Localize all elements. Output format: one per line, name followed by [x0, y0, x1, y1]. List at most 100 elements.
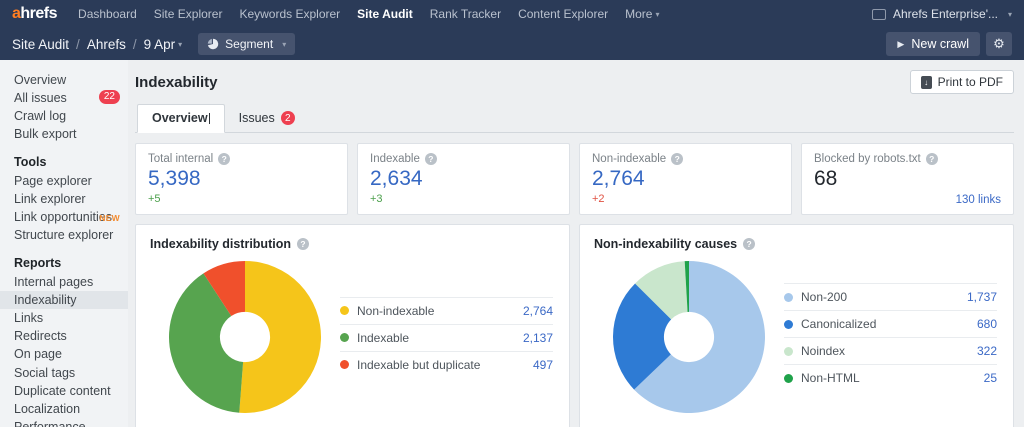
- legend-value-link[interactable]: 1,737: [967, 290, 997, 304]
- chart-title: Non-indexability causes: [594, 237, 737, 251]
- sub-navigation: Site Audit / Ahrefs / 9 Apr ▾ Segment ▾ …: [0, 28, 1024, 60]
- stat-cards-row: Total internal? 5,398 +5 Indexable? 2,63…: [135, 143, 1014, 215]
- sidebar-item-overview[interactable]: Overview: [0, 71, 128, 89]
- stat-card-indexable: Indexable? 2,634 +3: [357, 143, 570, 215]
- breadcrumb-project[interactable]: Ahrefs: [87, 37, 126, 52]
- help-icon[interactable]: ?: [297, 238, 309, 250]
- legend-row-noindex[interactable]: Noindex 322: [784, 337, 997, 364]
- indexability-distribution-pie: [169, 261, 321, 413]
- non-indexability-causes-card: Non-indexability causes? Non-200 1,737: [579, 224, 1014, 427]
- sidebar-item-indexability[interactable]: Indexability: [0, 291, 128, 309]
- help-icon[interactable]: ?: [926, 153, 938, 165]
- stat-card-total-internal: Total internal? 5,398 +5: [135, 143, 348, 215]
- chart-legend: Non-indexable 2,764 Indexable 2,137 Inde…: [340, 297, 553, 378]
- stat-card-non-indexable: Non-indexable? 2,764 +2: [579, 143, 792, 215]
- print-to-pdf-label: Print to PDF: [938, 75, 1003, 89]
- tab-bar: Overview Issues2: [135, 104, 1014, 133]
- nav-keywords-explorer[interactable]: Keywords Explorer: [239, 7, 340, 21]
- nav-rank-tracker[interactable]: Rank Tracker: [430, 7, 501, 21]
- sidebar-item-link-explorer[interactable]: Link explorer: [0, 190, 128, 208]
- screen-icon: [872, 9, 886, 20]
- sidebar-item-internal-pages[interactable]: Internal pages: [0, 273, 128, 291]
- new-crawl-label: New crawl: [911, 37, 969, 51]
- all-issues-badge: 22: [99, 90, 120, 104]
- pie-segment-non-indexable[interactable]: [239, 261, 321, 413]
- nav-more[interactable]: More▾: [625, 7, 659, 21]
- legend-row-non-200[interactable]: Non-200 1,737: [784, 283, 997, 310]
- total-internal-delta: +5: [148, 193, 335, 205]
- new-crawl-button[interactable]: ▶ New crawl: [886, 32, 980, 56]
- app-root: ahrefs Dashboard Site Explorer Keywords …: [0, 0, 1024, 427]
- sidebar-item-link-opportunities[interactable]: Link opportunitiesNEW: [0, 208, 128, 226]
- legend-value-link[interactable]: 2,764: [523, 304, 553, 318]
- sidebar-item-bulk-export[interactable]: Bulk export: [0, 126, 128, 144]
- legend-dot: [340, 333, 349, 342]
- chart-title: Indexability distribution: [150, 237, 291, 251]
- new-tag: NEW: [99, 211, 120, 226]
- legend-value-link[interactable]: 322: [977, 344, 997, 358]
- page-title: Indexability: [135, 74, 218, 91]
- nav-site-explorer[interactable]: Site Explorer: [154, 7, 223, 21]
- settings-button[interactable]: ⚙: [986, 32, 1012, 56]
- legend-dot: [784, 374, 793, 383]
- nav-dashboard[interactable]: Dashboard: [78, 7, 137, 21]
- sidebar-item-performance[interactable]: Performance: [0, 419, 128, 427]
- legend-value-link[interactable]: 680: [977, 317, 997, 331]
- indexable-value[interactable]: 2,634: [370, 167, 557, 191]
- sidebar-item-redirects[interactable]: Redirects: [0, 328, 128, 346]
- breadcrumb-crawl-date[interactable]: 9 Apr: [144, 37, 176, 52]
- gear-icon: ⚙: [993, 36, 1005, 52]
- pie-chart-icon: [207, 38, 219, 50]
- sidebar-item-localization[interactable]: Localization: [0, 400, 128, 418]
- sidebar-item-on-page[interactable]: On page: [0, 346, 128, 364]
- legend-value-link[interactable]: 25: [984, 371, 997, 385]
- blocked-links-link[interactable]: 130 links: [956, 194, 1001, 206]
- legend-row-canonicalized[interactable]: Canonicalized 680: [784, 310, 997, 337]
- help-icon[interactable]: ?: [743, 238, 755, 250]
- help-icon[interactable]: ?: [671, 153, 683, 165]
- sidebar-item-all-issues[interactable]: All issues22: [0, 89, 128, 107]
- breadcrumb: Site Audit / Ahrefs / 9 Apr ▾: [12, 37, 182, 52]
- sidebar-item-structure-explorer[interactable]: Structure explorer: [0, 227, 128, 245]
- nav-site-audit[interactable]: Site Audit: [357, 7, 413, 21]
- help-icon[interactable]: ?: [218, 153, 230, 165]
- legend-value-link[interactable]: 497: [533, 358, 553, 372]
- chevron-down-icon: ▾: [1008, 10, 1012, 19]
- legend-dot: [784, 293, 793, 302]
- sidebar-item-social-tags[interactable]: Social tags: [0, 364, 128, 382]
- sidebar-item-links[interactable]: Links: [0, 309, 128, 327]
- legend-row-non-indexable[interactable]: Non-indexable 2,764: [340, 297, 553, 324]
- print-to-pdf-button[interactable]: ↓ Print to PDF: [910, 70, 1014, 94]
- sidebar-item-duplicate-content[interactable]: Duplicate content: [0, 382, 128, 400]
- nav-content-explorer[interactable]: Content Explorer: [518, 7, 608, 21]
- nav-more-label: More: [625, 7, 652, 21]
- sidebar-item-crawl-log[interactable]: Crawl log: [0, 107, 128, 125]
- breadcrumb-site-audit[interactable]: Site Audit: [12, 37, 69, 52]
- sidebar: Overview All issues22 Crawl log Bulk exp…: [0, 60, 128, 427]
- tab-overview[interactable]: Overview: [137, 104, 225, 133]
- non-indexability-causes-pie: [613, 261, 765, 413]
- charts-row: Indexability distribution? Non-indexable…: [135, 224, 1014, 427]
- non-indexable-value[interactable]: 2,764: [592, 167, 779, 191]
- account-menu[interactable]: Ahrefs Enterprise'... ▾: [872, 7, 1012, 21]
- chevron-down-icon: ▾: [178, 40, 182, 49]
- legend-value-link[interactable]: 2,137: [523, 331, 553, 345]
- ahrefs-logo[interactable]: ahrefs: [12, 5, 57, 23]
- segment-button[interactable]: Segment ▾: [198, 33, 295, 55]
- total-internal-value[interactable]: 5,398: [148, 167, 335, 191]
- chart-legend: Non-200 1,737 Canonicalized 680 Noindex: [784, 283, 997, 391]
- tab-issues[interactable]: Issues2: [225, 104, 309, 133]
- legend-row-indexable-but-duplicate[interactable]: Indexable but duplicate 497: [340, 351, 553, 378]
- breadcrumb-separator: /: [133, 37, 137, 52]
- indexable-delta: +3: [370, 193, 557, 205]
- text-cursor: [209, 113, 210, 124]
- legend-row-non-html[interactable]: Non-HTML 25: [784, 364, 997, 391]
- sidebar-item-page-explorer[interactable]: Page explorer: [0, 172, 128, 190]
- breadcrumb-separator: /: [76, 37, 80, 52]
- legend-dot: [340, 360, 349, 369]
- legend-dot: [784, 347, 793, 356]
- help-icon[interactable]: ?: [425, 153, 437, 165]
- play-icon: ▶: [897, 39, 904, 50]
- legend-row-indexable[interactable]: Indexable 2,137: [340, 324, 553, 351]
- issues-count-badge: 2: [281, 111, 295, 125]
